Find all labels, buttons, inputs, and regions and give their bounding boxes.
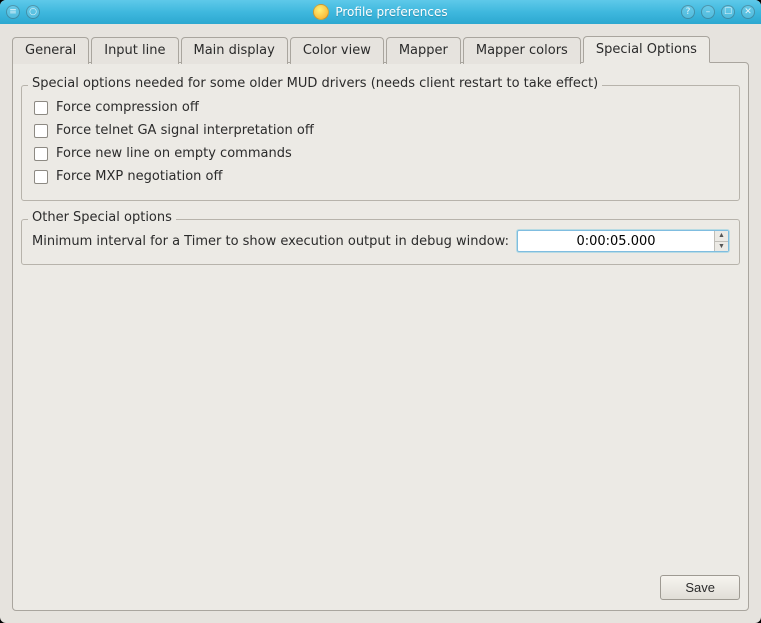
dialog-footer: Save	[21, 563, 740, 600]
titlebar: ≡ ○ Profile preferences ? – ☐ ✕	[0, 0, 761, 24]
checkbox[interactable]	[34, 147, 48, 161]
group-other-legend: Other Special options	[28, 210, 176, 225]
spin-down-button[interactable]: ▼	[715, 242, 728, 252]
tab-input-line[interactable]: Input line	[91, 37, 178, 64]
group-other-options: Other Special options Minimum interval f…	[21, 219, 740, 265]
option-force-new-line-empty[interactable]: Force new line on empty commands	[32, 142, 729, 165]
option-force-compression-off[interactable]: Force compression off	[32, 96, 729, 119]
save-button-label: Save	[685, 580, 715, 595]
window-menu-button[interactable]: ≡	[6, 5, 20, 19]
option-force-telnet-ga-off[interactable]: Force telnet GA signal interpretation of…	[32, 119, 729, 142]
checkbox-label: Force MXP negotiation off	[56, 169, 222, 184]
app-icon	[313, 4, 329, 20]
spin-up-button[interactable]: ▲	[715, 231, 728, 242]
checkbox[interactable]	[34, 170, 48, 184]
timer-interval-row: Minimum interval for a Timer to show exe…	[32, 230, 729, 252]
tab-label: Mapper colors	[476, 43, 568, 58]
tab-label: Main display	[194, 43, 275, 58]
content-area: General Input line Main display Color vi…	[0, 24, 761, 623]
window-pin-button[interactable]: ○	[26, 5, 40, 19]
tab-label: Input line	[104, 43, 165, 58]
tab-special-options[interactable]: Special Options	[583, 36, 710, 63]
timer-interval-label: Minimum interval for a Timer to show exe…	[32, 234, 509, 249]
preferences-window: ≡ ○ Profile preferences ? – ☐ ✕ General …	[0, 0, 761, 623]
tab-mapper[interactable]: Mapper	[386, 37, 461, 64]
window-title: Profile preferences	[335, 5, 447, 19]
help-button[interactable]: ?	[681, 5, 695, 19]
titlebar-left-controls: ≡ ○	[6, 5, 40, 19]
group-compat-legend: Special options needed for some older MU…	[28, 76, 602, 91]
tab-general[interactable]: General	[12, 37, 89, 64]
tab-main-display[interactable]: Main display	[181, 37, 288, 64]
close-button[interactable]: ✕	[741, 5, 755, 19]
group-compat-options: Special options needed for some older MU…	[21, 85, 740, 201]
save-button[interactable]: Save	[660, 575, 740, 600]
tabpanel-special-options: Special options needed for some older MU…	[12, 62, 749, 611]
timer-interval-input[interactable]	[518, 231, 714, 251]
option-force-mxp-off[interactable]: Force MXP negotiation off	[32, 165, 729, 188]
tab-mapper-colors[interactable]: Mapper colors	[463, 37, 581, 64]
tab-color-view[interactable]: Color view	[290, 37, 384, 64]
checkbox-label: Force compression off	[56, 100, 199, 115]
tab-label: Special Options	[596, 42, 697, 57]
minimize-button[interactable]: –	[701, 5, 715, 19]
tab-label: Mapper	[399, 43, 448, 58]
timer-interval-spinbox[interactable]: ▲ ▼	[517, 230, 729, 252]
spinbox-buttons: ▲ ▼	[714, 231, 728, 251]
checkbox-label: Force telnet GA signal interpretation of…	[56, 123, 314, 138]
checkbox[interactable]	[34, 124, 48, 138]
checkbox-label: Force new line on empty commands	[56, 146, 292, 161]
titlebar-right-controls: ? – ☐ ✕	[681, 5, 755, 19]
tab-label: Color view	[303, 43, 371, 58]
checkbox[interactable]	[34, 101, 48, 115]
maximize-button[interactable]: ☐	[721, 5, 735, 19]
tabbar: General Input line Main display Color vi…	[12, 36, 749, 63]
tab-label: General	[25, 43, 76, 58]
titlebar-center: Profile preferences	[0, 4, 761, 20]
